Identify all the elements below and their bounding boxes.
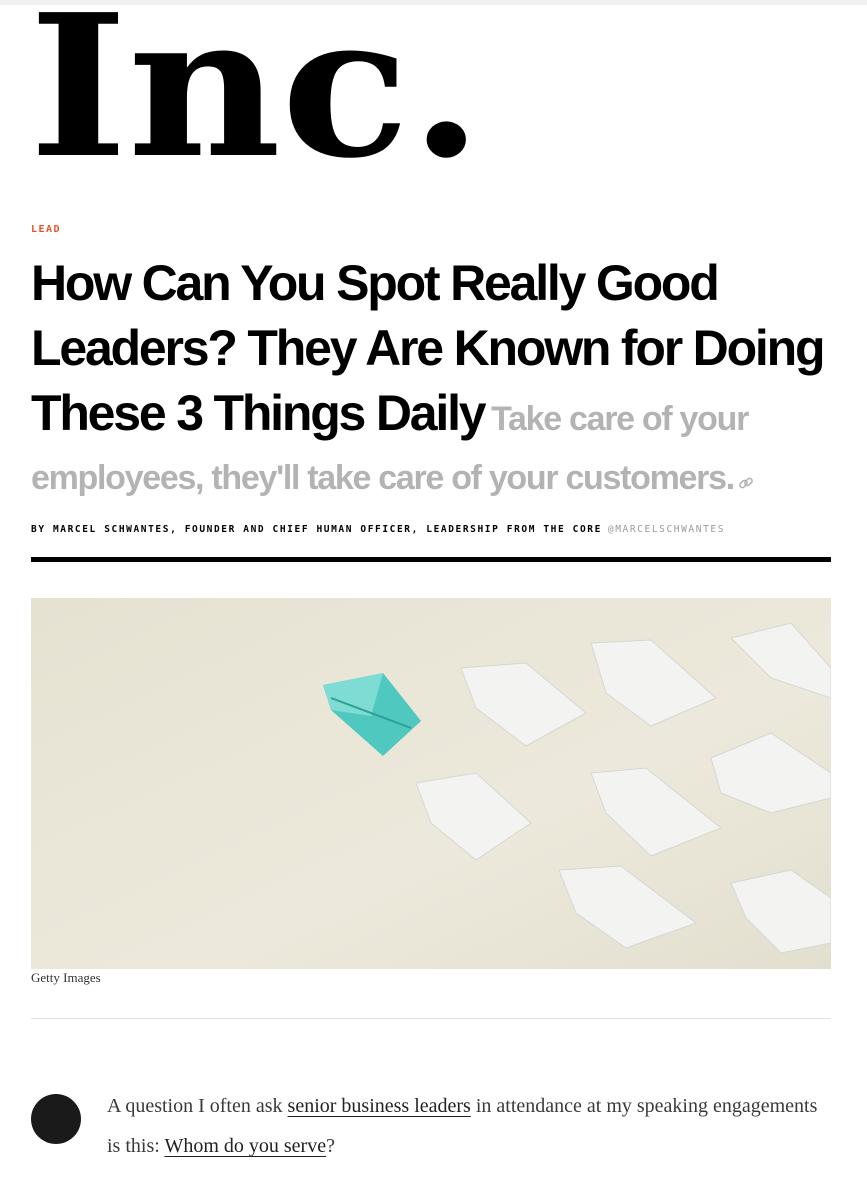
author-handle[interactable]: @MARCELSCHWANTES: [608, 524, 725, 535]
inc-logo-svg: Inc.: [31, 4, 483, 160]
content-divider: [31, 1018, 831, 1019]
image-credit: Getty Images: [31, 970, 101, 985]
author-avatar[interactable]: [31, 1094, 81, 1144]
logo-text: Inc.: [31, 4, 483, 160]
whom-do-you-serve-link[interactable]: Whom do you serve: [164, 1135, 326, 1157]
paragraph-text: A question I often ask: [107, 1095, 288, 1117]
inc-logo[interactable]: Inc.: [31, 4, 483, 160]
category-link[interactable]: LEAD: [31, 224, 61, 235]
header-divider: [31, 557, 831, 562]
hero-image: [31, 598, 831, 969]
headline-block: How Can You Spot Really Good Leaders? Th…: [31, 254, 831, 510]
link-icon[interactable]: [738, 451, 754, 510]
senior-leaders-link[interactable]: senior business leaders: [288, 1095, 471, 1117]
byline: BY MARCEL SCHWANTES, FOUNDER AND CHIEF H…: [31, 524, 831, 535]
article-paragraph: A question I often ask senior business l…: [107, 1086, 831, 1166]
paragraph-text: ?: [326, 1135, 335, 1157]
author-byline[interactable]: BY MARCEL SCHWANTES, FOUNDER AND CHIEF H…: [31, 524, 602, 535]
